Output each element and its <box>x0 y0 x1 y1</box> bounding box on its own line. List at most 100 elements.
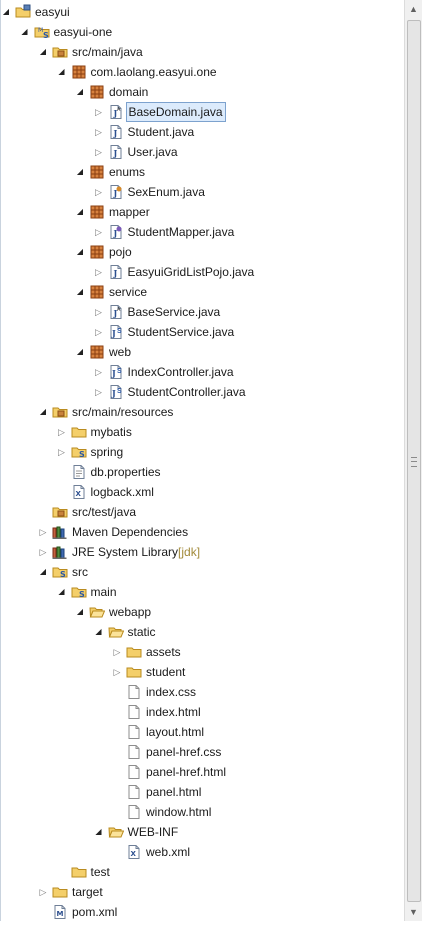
tree-row[interactable]: ◢ service <box>1 282 405 302</box>
tree-item-label[interactable]: layout.html <box>144 722 206 741</box>
tree-item-label[interactable]: panel-href.css <box>144 742 223 761</box>
tree-row[interactable]: ▷ mybatis <box>1 422 405 442</box>
tree-item-label[interactable]: logback.xml <box>89 482 156 501</box>
tree-item-label[interactable]: panel-href.html <box>144 762 228 781</box>
tree-row[interactable]: ◢ static <box>1 622 405 642</box>
collapse-toggle-icon[interactable]: ◢ <box>73 202 87 222</box>
collapse-toggle-icon[interactable]: ◢ <box>92 622 106 642</box>
tree-row[interactable]: index.css <box>1 682 405 702</box>
collapse-toggle-icon[interactable]: ◢ <box>0 2 13 22</box>
tree-row[interactable]: ◢ com.laolang.easyui.one <box>1 62 405 82</box>
tree-item-label[interactable]: src/test/java <box>70 502 138 521</box>
tree-item-label[interactable]: test <box>89 862 112 881</box>
expand-toggle-icon[interactable]: ▷ <box>92 142 106 162</box>
collapse-toggle-icon[interactable]: ◢ <box>36 562 50 582</box>
expand-toggle-icon[interactable]: ▷ <box>110 662 124 682</box>
tree-item-label[interactable]: com.laolang.easyui.one <box>89 62 219 81</box>
tree-row[interactable]: ◢ enums <box>1 162 405 182</box>
tree-row[interactable]: ▷ J EasyuiGridListPojo.java <box>1 262 405 282</box>
tree-row[interactable]: panel-href.css <box>1 742 405 762</box>
tree-item-label[interactable]: EasyuiGridListPojo.java <box>126 262 257 281</box>
collapse-toggle-icon[interactable]: ◢ <box>73 342 87 362</box>
tree-item-label[interactable]: mapper <box>107 202 152 221</box>
expand-toggle-icon[interactable]: ▷ <box>36 542 50 562</box>
tree-row[interactable]: db.properties <box>1 462 405 482</box>
tree-item-label[interactable]: assets <box>144 642 183 661</box>
tree-item-label[interactable]: spring <box>89 442 126 461</box>
tree-item-label[interactable]: Maven Dependencies <box>70 522 190 541</box>
expand-toggle-icon[interactable]: ▷ <box>92 262 106 282</box>
tree-item-label[interactable]: BaseDomain.java <box>125 102 226 122</box>
expand-toggle-icon[interactable]: ▷ <box>110 642 124 662</box>
tree-row[interactable]: ◢ WEB-INF <box>1 822 405 842</box>
tree-row[interactable]: Mpom.xml <box>1 902 405 922</box>
collapse-toggle-icon[interactable]: ◢ <box>55 62 69 82</box>
collapse-toggle-icon[interactable]: ◢ <box>73 82 87 102</box>
tree-item-label[interactable]: static <box>126 622 158 641</box>
tree-item-label[interactable]: User.java <box>126 142 180 161</box>
tree-row[interactable]: ▷ Sspring <box>1 442 405 462</box>
tree-row[interactable]: ▷ assets <box>1 642 405 662</box>
tree-row[interactable]: panel.html <box>1 782 405 802</box>
tree-item-label[interactable]: IndexController.java <box>126 362 236 381</box>
tree-item-label[interactable]: panel.html <box>144 782 203 801</box>
tree-item-label[interactable]: pojo <box>107 242 134 261</box>
tree-row[interactable]: ◢ web <box>1 342 405 362</box>
tree-item-label[interactable]: StudentService.java <box>126 322 237 341</box>
tree-row[interactable]: ▷ student <box>1 662 405 682</box>
tree-row[interactable]: layout.html <box>1 722 405 742</box>
tree-row[interactable]: ▷ J A BaseDomain.java <box>1 102 405 122</box>
tree-item-label[interactable]: service <box>107 282 149 301</box>
tree-item-label[interactable]: easyui-one <box>52 22 115 41</box>
tree-item-label[interactable]: web.xml <box>144 842 192 861</box>
project-explorer-tree[interactable]: ◢ easyui ◢ M Seasyui-one ◢ src/main/java ◢ com.l… <box>0 0 405 921</box>
collapse-toggle-icon[interactable]: ◢ <box>73 162 87 182</box>
tree-item-label[interactable]: webapp <box>107 602 153 621</box>
collapse-toggle-icon[interactable]: ◢ <box>73 602 87 622</box>
expand-toggle-icon[interactable]: ▷ <box>92 302 106 322</box>
expand-toggle-icon[interactable]: ▷ <box>55 442 69 462</box>
tree-row[interactable]: ▷ J SexEnum.java <box>1 182 405 202</box>
tree-row[interactable]: Xweb.xml <box>1 842 405 862</box>
expand-toggle-icon[interactable]: ▷ <box>92 322 106 342</box>
vertical-scrollbar[interactable]: ▲ ▼ <box>404 0 422 921</box>
tree-row[interactable]: ◢ mapper <box>1 202 405 222</box>
tree-row[interactable]: ▷ Maven Dependencies <box>1 522 405 542</box>
expand-toggle-icon[interactable]: ▷ <box>36 522 50 542</box>
tree-row[interactable]: ◢ src/main/resources <box>1 402 405 422</box>
tree-row[interactable]: ◢ webapp <box>1 602 405 622</box>
tree-item-label[interactable]: target <box>70 882 105 901</box>
expand-toggle-icon[interactable]: ▷ <box>92 102 106 122</box>
tree-row[interactable]: Xlogback.xml <box>1 482 405 502</box>
tree-item-label[interactable]: WEB-INF <box>126 822 181 841</box>
expand-toggle-icon[interactable]: ▷ <box>92 222 106 242</box>
tree-item-label[interactable]: window.html <box>144 802 213 821</box>
tree-item-label[interactable]: domain <box>107 82 150 101</box>
tree-row[interactable]: ▷ J A BaseService.java <box>1 302 405 322</box>
expand-toggle-icon[interactable]: ▷ <box>55 422 69 442</box>
collapse-toggle-icon[interactable]: ◢ <box>73 242 87 262</box>
expand-toggle-icon[interactable]: ▷ <box>92 122 106 142</box>
tree-item-label[interactable]: src <box>70 562 90 581</box>
collapse-toggle-icon[interactable]: ◢ <box>18 22 32 42</box>
tree-item-label[interactable]: src/main/java <box>70 42 145 61</box>
collapse-toggle-icon[interactable]: ◢ <box>92 822 106 842</box>
tree-row[interactable]: ◢ pojo <box>1 242 405 262</box>
tree-item-label[interactable]: db.properties <box>89 462 163 481</box>
tree-row[interactable]: window.html <box>1 802 405 822</box>
tree-row[interactable]: ▷ J S StudentController.java <box>1 382 405 402</box>
tree-item-label[interactable]: Student.java <box>126 122 197 141</box>
tree-item-label[interactable]: student <box>144 662 187 681</box>
tree-row[interactable]: ◢ Smain <box>1 582 405 602</box>
tree-item-label[interactable]: StudentMapper.java <box>126 222 237 241</box>
tree-item-label[interactable]: web <box>107 342 133 361</box>
collapse-toggle-icon[interactable]: ◢ <box>73 282 87 302</box>
tree-row[interactable]: ▷ J S StudentService.java <box>1 322 405 342</box>
tree-item-label[interactable]: index.html <box>144 702 203 721</box>
tree-row[interactable]: ▷ JRE System Library[jdk] <box>1 542 405 562</box>
scroll-up-button[interactable]: ▲ <box>406 1 421 17</box>
expand-toggle-icon[interactable]: ▷ <box>92 382 106 402</box>
tree-row[interactable]: ▷ J S IndexController.java <box>1 362 405 382</box>
expand-toggle-icon[interactable]: ▷ <box>92 182 106 202</box>
tree-row[interactable]: ▷ J User.java <box>1 142 405 162</box>
